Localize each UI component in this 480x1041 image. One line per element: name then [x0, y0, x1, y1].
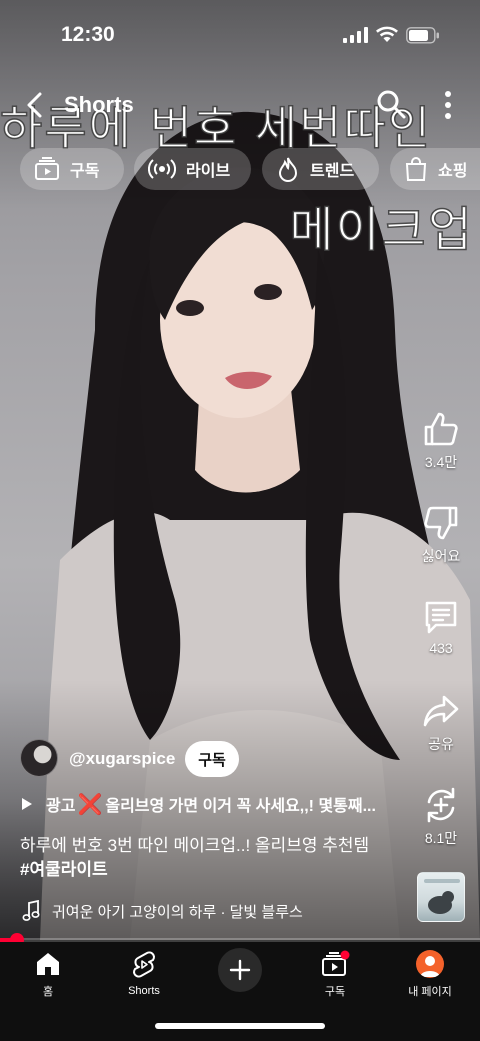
chip-label: 쇼핑 [438, 163, 468, 180]
profile-avatar [416, 950, 444, 978]
chip-label: 구독 [70, 163, 100, 180]
page-title: Shorts [64, 92, 134, 117]
status-time: 12:30 [61, 23, 115, 46]
trending-icon [278, 157, 298, 182]
nav-shorts-label: Shorts [128, 985, 160, 997]
subscriptions-icon [35, 157, 59, 180]
dislike-button[interactable]: 싫어요 [410, 504, 472, 566]
sponsored-link[interactable]: 광고 ❌ 올리브영 가면 이거 꼭 사세요,,! 몇통째... [22, 793, 376, 816]
chip-label: 트렌드 [310, 163, 355, 180]
shopping-bag-icon [405, 157, 427, 181]
nav-shorts[interactable]: Shorts [99, 950, 189, 997]
shorts-header: Shorts [0, 84, 480, 128]
chip-shopping[interactable]: 쇼핑 [390, 148, 480, 190]
nav-my-page-label: 내 페이지 [408, 986, 452, 998]
nav-home-label: 홈 [42, 986, 54, 998]
user-silhouette-icon [420, 956, 440, 977]
dislike-label: 싫어요 [421, 548, 461, 564]
chip-trending[interactable]: 트렌드 [262, 148, 379, 190]
battery-icon [406, 27, 439, 44]
chip-live[interactable]: 라이브 [134, 148, 251, 190]
wifi-icon [376, 26, 398, 42]
remix-button[interactable]: 8.1만 [410, 786, 472, 848]
sound-thumbnail-illustration [424, 879, 460, 914]
like-button[interactable]: 3.4만 [410, 410, 472, 472]
share-button[interactable]: 공유 [410, 692, 472, 754]
promo-text: 올리브영 가면 이거 꼭 사세요,,! 몇통째... [105, 798, 376, 815]
chip-subscriptions[interactable]: 구독 [20, 148, 124, 190]
nav-my-page[interactable]: 내 페이지 [385, 950, 475, 999]
share-arrow-icon [423, 695, 459, 727]
comments-button[interactable]: 433 [410, 598, 472, 656]
plus-icon [229, 959, 251, 981]
remix-icon [427, 787, 455, 823]
home-indicator [155, 1023, 325, 1029]
like-count: 3.4만 [424, 454, 458, 470]
video-description[interactable]: 하루에 번호 3번 따인 메이크업..! 올리브영 추천템 #여쿨라이트 [20, 834, 410, 882]
search-icon[interactable] [375, 88, 407, 120]
live-icon [148, 159, 176, 179]
promo-prefix: 광고 [46, 798, 76, 815]
cellular-signal-icon [343, 27, 368, 43]
nav-subscriptions[interactable]: 구독 [290, 950, 380, 999]
thumbs-up-icon [424, 412, 458, 446]
home-icon [37, 953, 59, 975]
sound-thumbnail[interactable] [417, 872, 465, 922]
remix-count: 8.1만 [424, 830, 458, 846]
comment-icon [425, 601, 457, 634]
music-row[interactable]: 귀여운 아기 고양이의 하루 · 달빛 블루스 [22, 899, 303, 923]
nav-create[interactable] [195, 948, 285, 992]
video-overlay-caption-line2: 메이크업 [289, 201, 474, 259]
more-vertical-icon[interactable] [438, 88, 458, 122]
caption-text: 하루에 번호 3번 따인 메이크업..! 올리브영 추천템 [20, 836, 370, 855]
shorts-logo-icon [133, 951, 155, 978]
comment-count: 433 [429, 640, 453, 656]
caption-hashtag[interactable]: #여쿨라이트 [20, 858, 410, 882]
music-note-icon [22, 900, 40, 921]
subscribe-button[interactable]: 구독 [185, 741, 239, 777]
status-bar: 12:30 [0, 0, 480, 70]
share-label: 공유 [428, 736, 454, 752]
nav-home[interactable]: 홈 [3, 950, 93, 999]
channel-handle[interactable]: @xugarspice [69, 749, 175, 769]
chip-label: 라이브 [186, 163, 231, 180]
subscriptions-icon [322, 950, 350, 976]
channel-row: @xugarspice 구독 [20, 739, 280, 779]
channel-avatar[interactable] [20, 739, 58, 777]
nav-subscriptions-label: 구독 [324, 986, 346, 998]
play-triangle-icon [22, 798, 32, 810]
thumbs-down-icon [424, 506, 458, 540]
feed-filter-chips: 구독 라이브 트렌드 쇼핑 [20, 148, 480, 190]
back-arrow-icon[interactable] [22, 88, 48, 122]
promo-mark: ❌ [77, 793, 103, 816]
create-button[interactable] [218, 948, 262, 992]
music-title: 귀여운 아기 고양이의 하루 · 달빛 블루스 [52, 903, 303, 921]
